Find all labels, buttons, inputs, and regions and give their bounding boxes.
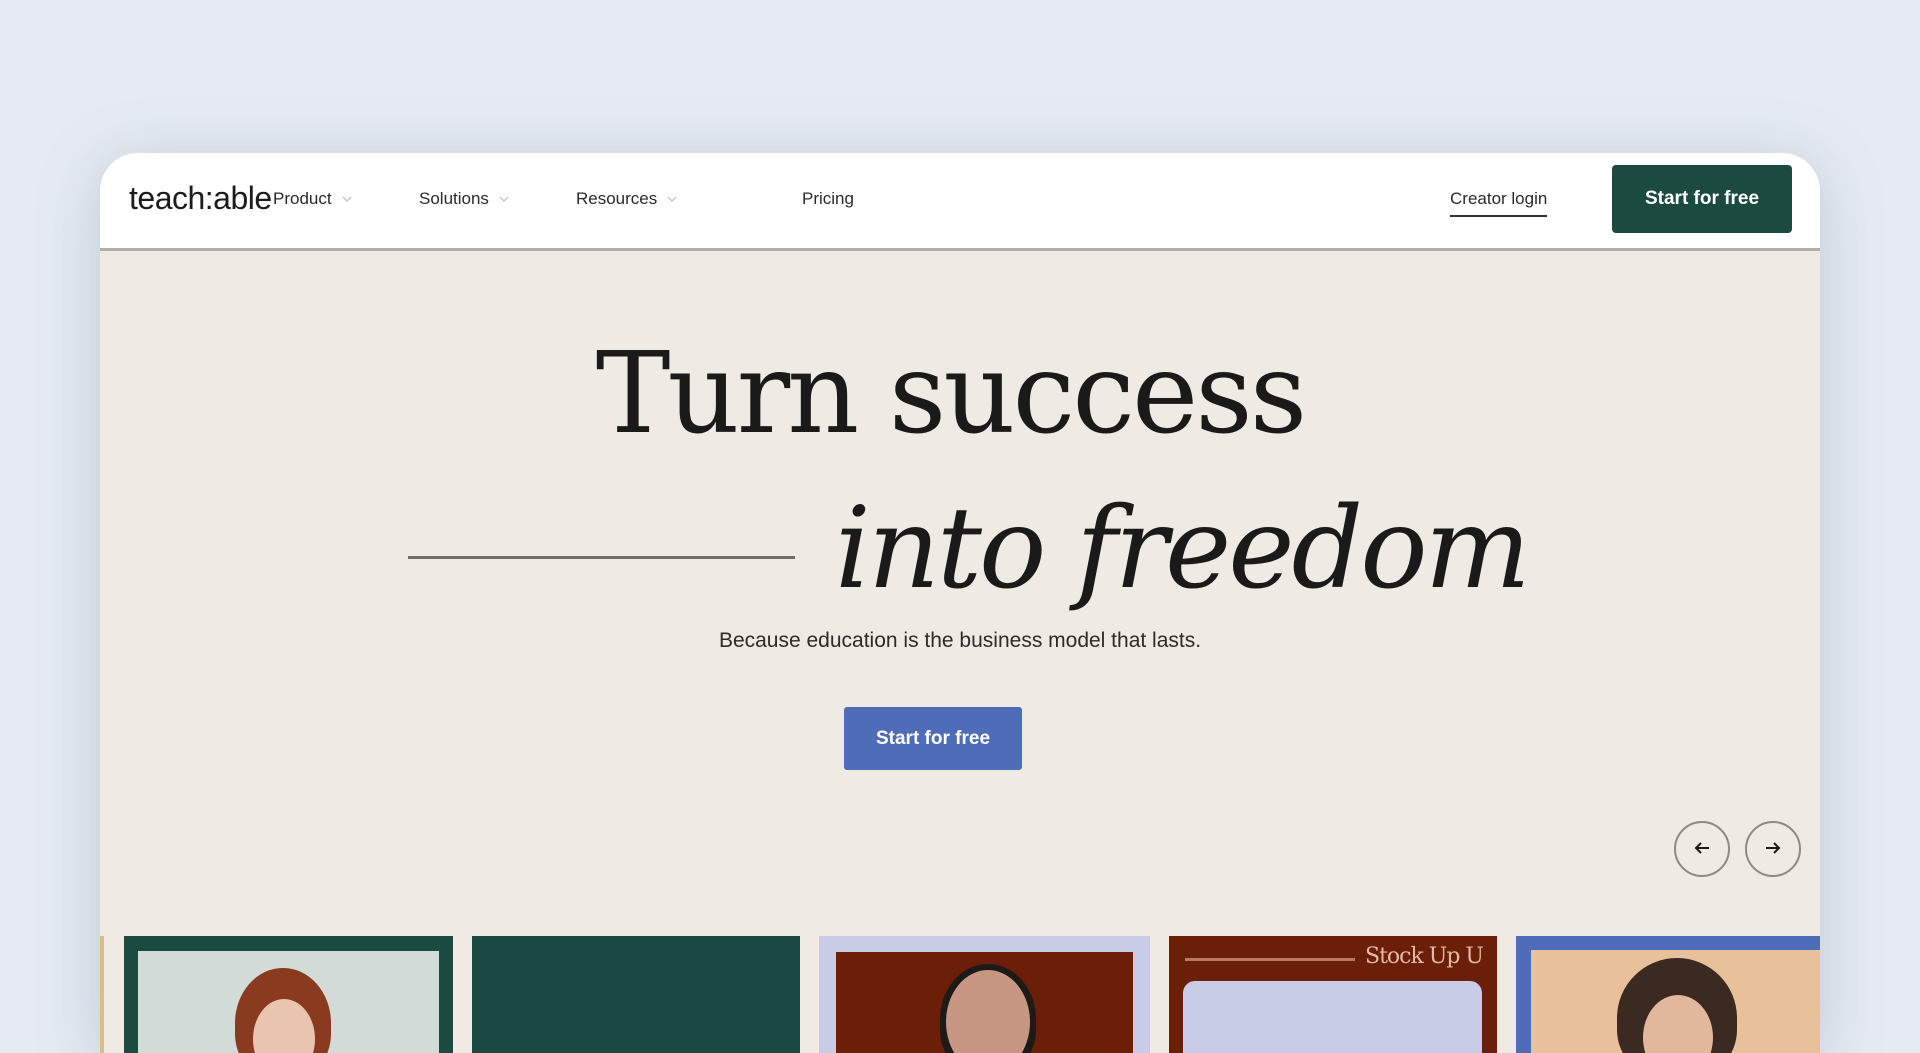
carousel-card[interactable]	[124, 936, 453, 1053]
creator-login-link[interactable]: Creator login	[1450, 189, 1548, 217]
card-photo-panel	[836, 952, 1133, 1053]
carousel-next-button[interactable]	[1745, 821, 1801, 877]
nav-item-product[interactable]: Product	[273, 189, 352, 209]
hero-title-line1: Turn success	[595, 329, 1307, 459]
hero-subtitle: Because education is the business model …	[718, 629, 1202, 652]
card-title: Stock Up U	[1365, 944, 1484, 969]
nav-item-pricing[interactable]: Pricing	[802, 189, 854, 209]
nav-item-label: Solutions	[419, 189, 489, 208]
card-photo-panel	[138, 951, 439, 1053]
card-decorative-rule	[1185, 958, 1355, 961]
start-for-free-nav-button[interactable]: Start for free	[1612, 165, 1792, 233]
card-content-panel	[1183, 981, 1482, 1053]
hero-decorative-rule	[408, 556, 795, 559]
carousel-prev-button[interactable]	[1674, 821, 1730, 877]
nav-item-solutions[interactable]: Solutions	[419, 189, 509, 209]
carousel-card[interactable]: Stock Up U	[1169, 936, 1497, 1053]
carousel-card-partial	[100, 936, 104, 1053]
start-for-free-hero-button[interactable]: Start for free	[844, 707, 1022, 770]
carousel-card[interactable]	[1516, 936, 1820, 1053]
carousel-card[interactable]	[472, 936, 800, 1053]
arrow-right-icon	[1764, 840, 1782, 859]
card-photo-panel	[1531, 950, 1820, 1053]
hero-title-line2: into freedom	[835, 484, 1531, 614]
chevron-down-icon	[342, 194, 352, 204]
chevron-down-icon	[499, 194, 509, 204]
teachable-logo[interactable]: teach:able	[129, 180, 272, 217]
nav-item-resources[interactable]: Resources	[576, 189, 677, 209]
nav-item-label: Resources	[576, 189, 658, 208]
arrow-left-icon	[1693, 840, 1711, 859]
nav-item-label: Product	[273, 189, 332, 208]
browser-frame: teach:able Product Solutions Resources P…	[100, 153, 1820, 1053]
carousel-card[interactable]	[819, 936, 1150, 1053]
top-navigation: teach:able Product Solutions Resources P…	[100, 153, 1820, 251]
chevron-down-icon	[667, 194, 677, 204]
nav-item-label: Pricing	[802, 189, 854, 208]
